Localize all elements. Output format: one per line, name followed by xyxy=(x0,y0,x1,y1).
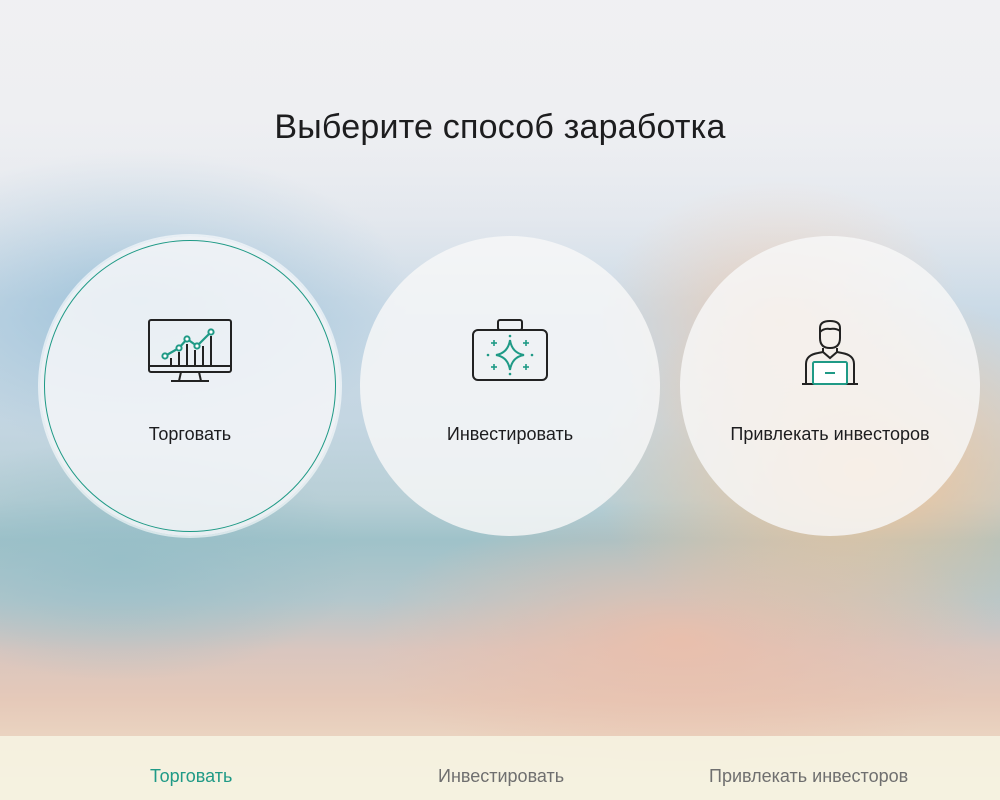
footer-nav-invest[interactable]: Инвестировать xyxy=(438,766,564,787)
option-label: Привлекать инвесторов xyxy=(730,424,930,444)
briefcase-sparkle-icon xyxy=(465,318,555,388)
page-title: Выберите способ заработка xyxy=(274,108,726,146)
manager-laptop-icon xyxy=(785,318,875,388)
chart-monitor-icon xyxy=(145,318,235,388)
option-attract-investors[interactable]: Привлекать инвесторов xyxy=(680,236,980,536)
option-trade[interactable]: Торговать xyxy=(40,236,340,536)
footer-nav-attract-investors[interactable]: Привлекать инвесторов xyxy=(709,766,908,787)
footer-nav-trade[interactable]: Торговать xyxy=(150,766,232,787)
option-label: Инвестировать xyxy=(446,424,574,444)
option-invest[interactable]: Инвестировать xyxy=(360,236,660,536)
option-label: Торговать xyxy=(148,424,232,444)
